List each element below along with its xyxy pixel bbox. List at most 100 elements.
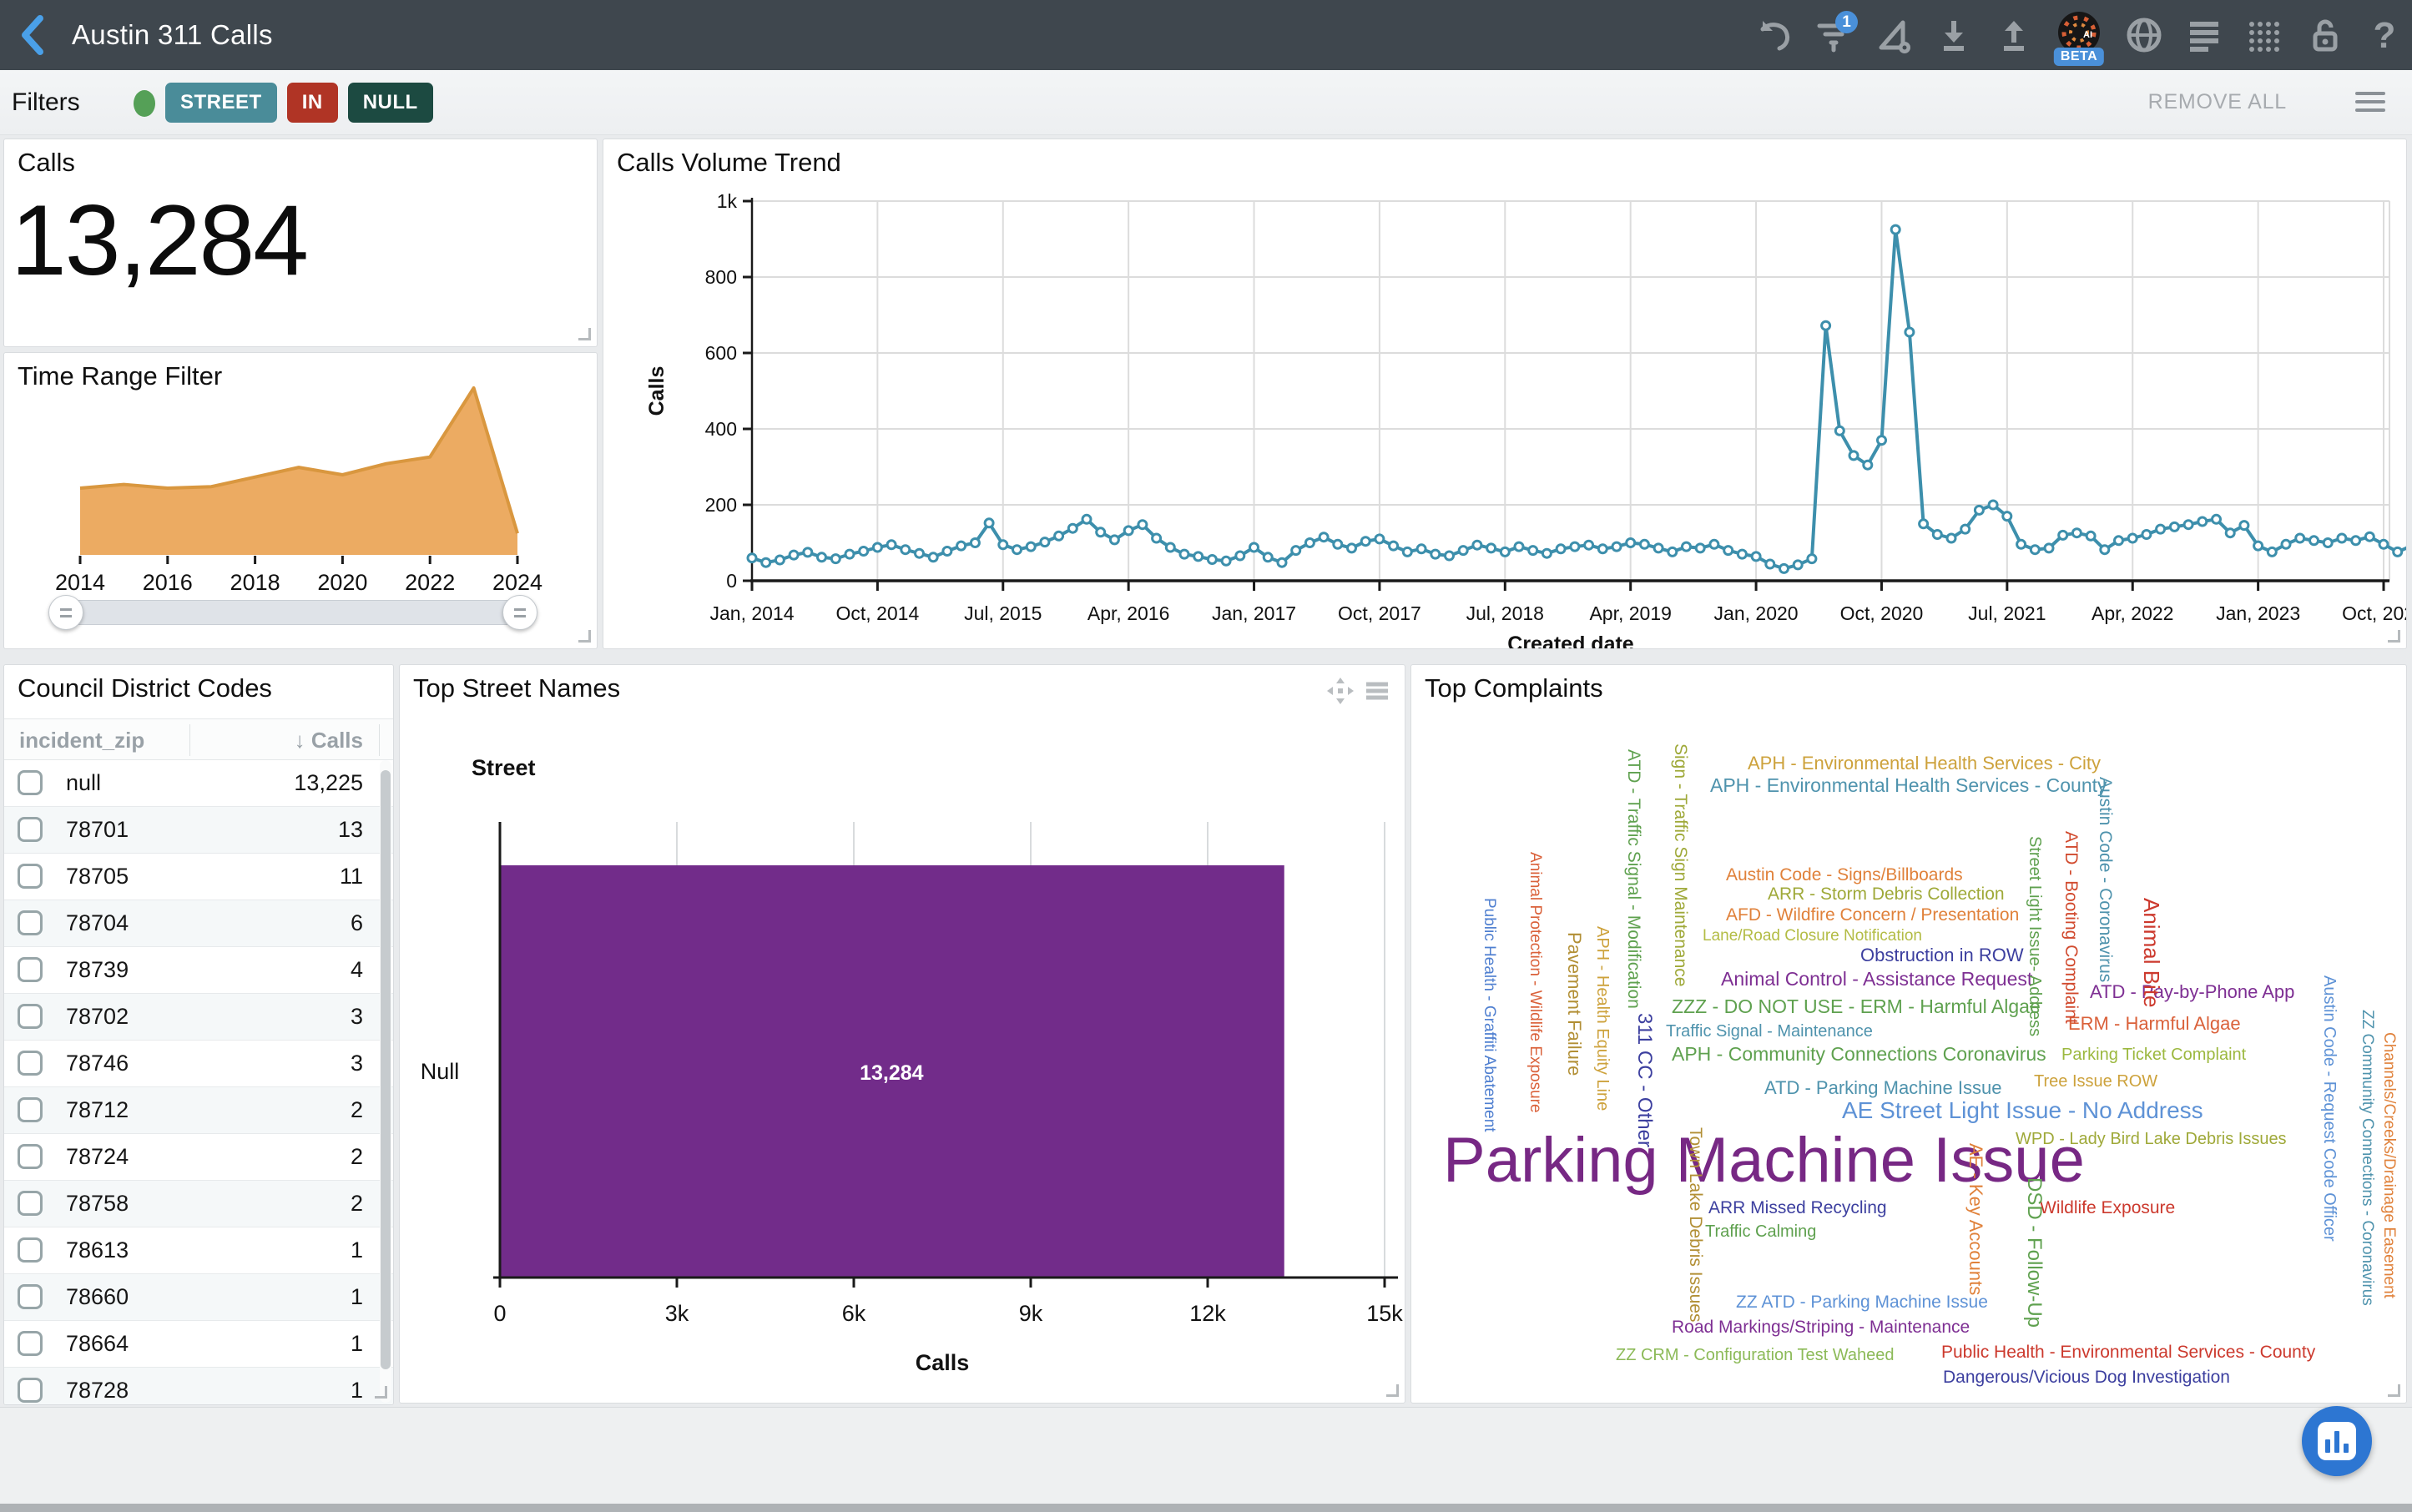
row-checkbox[interactable]	[18, 957, 43, 982]
complaint-word[interactable]: ZZ CRM - Configuration Test Waheed	[1616, 1347, 1894, 1363]
row-checkbox[interactable]	[18, 1097, 43, 1122]
row-checkbox[interactable]	[18, 1284, 43, 1309]
table-row[interactable]: 787281	[4, 1368, 393, 1405]
time-range-slider-handle-right[interactable]	[502, 595, 537, 630]
complaint-word[interactable]: Austin Code - Request Code Officer	[2321, 975, 2338, 1242]
resize-handle[interactable]	[578, 630, 591, 643]
complaint-word[interactable]: Animal Protection - Wildlife Exposure	[1527, 852, 1543, 1113]
table-row[interactable]: null13,225	[4, 760, 393, 807]
table-row[interactable]: 787242	[4, 1134, 393, 1181]
complaint-word[interactable]: DSD - Follow-Up	[2024, 1177, 2044, 1328]
street-bar-chart[interactable]: 13,28403k6k9k12k15kCallsStreetNull	[400, 665, 1405, 1403]
row-checkbox[interactable]	[18, 1237, 43, 1263]
complaint-word[interactable]: Parking Machine Issue	[1443, 1129, 2085, 1192]
complaint-word[interactable]: Public Health - Environmental Services -…	[1941, 1343, 2315, 1361]
complaint-word[interactable]: AE - Key Accounts	[1966, 1143, 1985, 1295]
complaint-word[interactable]: Traffic Calming	[1705, 1223, 1816, 1240]
complaint-word[interactable]: Street Light Issue- Address	[2026, 836, 2043, 1036]
undo-button[interactable]	[1754, 9, 1793, 61]
filter-chip-in[interactable]: IN	[287, 83, 338, 123]
row-checkbox[interactable]	[18, 1331, 43, 1356]
complaint-word[interactable]: Dangerous/Vicious Dog Investigation	[1943, 1368, 2230, 1386]
time-range-area-chart[interactable]: 201420162018202020222024	[4, 353, 597, 595]
time-range-slider-track[interactable]	[49, 600, 537, 625]
table-row[interactable]: 787394	[4, 947, 393, 994]
filter-chip-null[interactable]: NULL	[348, 83, 433, 123]
complaint-word[interactable]: AE Street Light Issue - No Address	[1842, 1099, 2203, 1122]
complaint-word[interactable]: 311 CC - Other	[1634, 1013, 1654, 1147]
table-row[interactable]: 7870511	[4, 854, 393, 900]
complaint-word[interactable]: AFD - Wildfire Concern / Presentation	[1726, 906, 2019, 924]
complaint-word[interactable]: Animal Bite	[2141, 898, 2162, 1008]
row-checkbox[interactable]	[18, 1144, 43, 1169]
table-row[interactable]: 787122	[4, 1087, 393, 1134]
chart-settings-button[interactable]	[1875, 9, 1913, 61]
complaint-word[interactable]: ARR Missed Recycling	[1708, 1199, 1887, 1217]
complaint-word[interactable]: Obstruction in ROW	[1860, 946, 2024, 965]
complaint-word[interactable]: Animal Control - Assistance Request	[1721, 970, 2032, 989]
table-row[interactable]: 787046	[4, 900, 393, 947]
table-row[interactable]: 7870113	[4, 807, 393, 854]
help-button[interactable]: ?	[2365, 9, 2404, 61]
complaint-word[interactable]: ZZ Community Connections - Coronavirus	[2359, 1010, 2375, 1306]
complaint-word[interactable]: Road Markings/Striping - Maintenance	[1672, 1318, 1970, 1336]
filters-menu-icon[interactable]	[2355, 92, 2385, 113]
publish-web-button[interactable]	[2125, 9, 2163, 61]
filter-button[interactable]: 1	[1814, 9, 1853, 61]
complaint-word[interactable]: Public Health - Graffiti Abatement	[1481, 898, 1497, 1132]
complaint-word[interactable]: Austin Code - Coronavirus	[2097, 777, 2114, 982]
table-row[interactable]: 786131	[4, 1227, 393, 1274]
table-scrollbar-thumb[interactable]	[381, 770, 391, 1369]
complaint-word[interactable]: Traffic Signal - Maintenance	[1666, 1023, 1873, 1040]
table-row[interactable]: 786641	[4, 1321, 393, 1368]
complaint-word[interactable]: ATD - Traffic Signal - Modification	[1625, 749, 1642, 1009]
column-header-incident-zip[interactable]: incident_zip	[19, 728, 144, 753]
list-view-button[interactable]	[2185, 9, 2223, 61]
complaint-word[interactable]: Channels/Creeks/Drainage Easement	[2381, 1032, 2397, 1298]
complaint-word[interactable]: ZZZ - DO NOT USE - ERM - Harmful Algae	[1672, 997, 2041, 1016]
resize-handle[interactable]	[375, 1386, 387, 1399]
charts-fab-button[interactable]	[2302, 1406, 2372, 1476]
resize-handle[interactable]	[2388, 1384, 2400, 1397]
complaint-word[interactable]: ATD - Pay-by-Phone App	[2090, 983, 2294, 1001]
upload-button[interactable]	[1995, 9, 2033, 61]
column-header-calls[interactable]: ↓ Calls	[295, 728, 363, 753]
row-checkbox[interactable]	[18, 1051, 43, 1076]
time-range-slider-handle-left[interactable]	[48, 595, 83, 630]
complaint-word[interactable]: APH - Environmental Health Services - Ci…	[1748, 754, 2101, 773]
row-checkbox[interactable]	[18, 1191, 43, 1216]
complaint-word[interactable]: ATD - Parking Machine Issue	[1764, 1079, 2001, 1097]
grid-view-button[interactable]	[2245, 9, 2283, 61]
row-checkbox[interactable]	[18, 770, 43, 795]
complaint-word[interactable]: ATD - Booting Complaint	[2062, 831, 2080, 1024]
table-row[interactable]: 787023	[4, 994, 393, 1041]
complaint-word[interactable]: ERM - Harmful Algae	[2068, 1015, 2241, 1033]
table-row[interactable]: 787463	[4, 1041, 393, 1087]
row-checkbox[interactable]	[18, 1378, 43, 1403]
complaint-word[interactable]: Lane/Road Closure Notification	[1703, 928, 1922, 944]
row-checkbox[interactable]	[18, 817, 43, 842]
complaint-word[interactable]: Sign - Traffic Sign Maintenance	[1672, 743, 1689, 986]
trend-line-chart[interactable]: 02004006008001kJan, 2014Oct, 2014Jul, 20…	[603, 139, 2406, 648]
complaint-word[interactable]: ARR - Storm Debris Collection	[1768, 885, 2005, 903]
complaint-word[interactable]: APH - Community Connections Coronavirus	[1672, 1045, 2046, 1064]
complaint-word[interactable]: ZZ ATD - Parking Machine Issue	[1736, 1293, 1988, 1311]
row-checkbox[interactable]	[18, 864, 43, 889]
lock-button[interactable]	[2305, 9, 2344, 61]
row-checkbox[interactable]	[18, 910, 43, 935]
table-row[interactable]: 787582	[4, 1181, 393, 1227]
complaint-word[interactable]: Parking Ticket Complaint	[2061, 1046, 2246, 1063]
resize-handle[interactable]	[2388, 630, 2400, 643]
complaint-word[interactable]: APH - Environmental Health Services - Co…	[1710, 776, 2107, 795]
complaint-word[interactable]: Town Lake Debris Issues	[1687, 1127, 1704, 1322]
resize-handle[interactable]	[1386, 1384, 1399, 1397]
table-scrollbar[interactable]	[380, 760, 391, 1403]
complaint-word[interactable]: Wildlife Exposure	[2040, 1199, 2175, 1217]
row-checkbox[interactable]	[18, 1004, 43, 1029]
complaint-word[interactable]: Austin Code - Signs/Billboards	[1726, 866, 1963, 884]
table-row[interactable]: 786601	[4, 1274, 393, 1321]
remove-all-button[interactable]: REMOVE ALL	[2148, 90, 2287, 114]
back-button[interactable]	[15, 13, 52, 57]
filter-chip-street[interactable]: STREET	[165, 83, 277, 123]
ai-assistant-button[interactable]: AI BETA	[2055, 9, 2103, 61]
